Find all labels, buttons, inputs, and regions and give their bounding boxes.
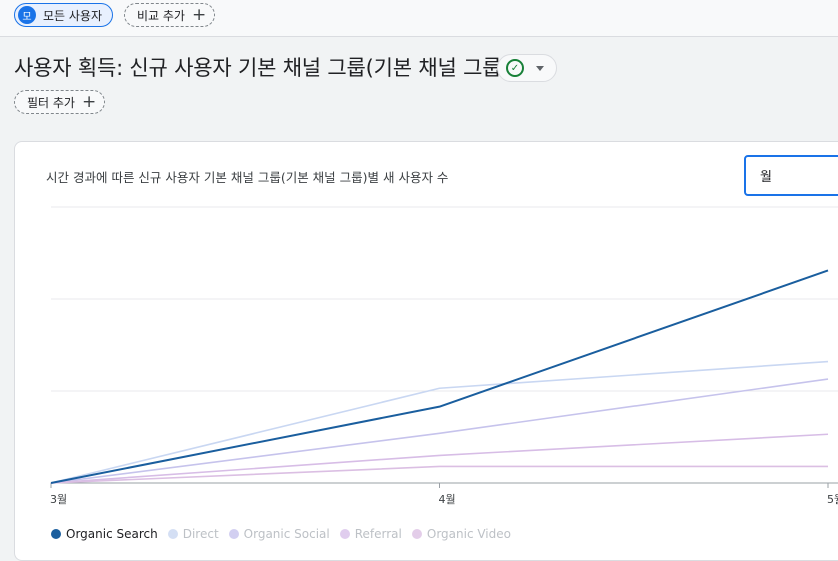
chart-legend: Organic Search Direct Organic Social Referr… bbox=[51, 527, 521, 541]
legend-dot-icon bbox=[51, 529, 61, 539]
series-line-organic-social bbox=[50, 378, 829, 484]
legend-item[interactable]: Organic Video bbox=[411, 527, 511, 541]
legend-label: Organic Social bbox=[243, 527, 330, 541]
legend-dot-icon bbox=[411, 529, 422, 539]
x-tick-label: 5월 bbox=[827, 493, 838, 506]
legend-item[interactable]: Direct bbox=[167, 527, 219, 541]
legend-dot-icon bbox=[339, 529, 350, 539]
legend-item[interactable]: Referral bbox=[339, 527, 402, 541]
legend-label: Organic Video bbox=[426, 527, 511, 541]
legend-label: Referral bbox=[354, 527, 402, 541]
x-tick-label: 3월 bbox=[50, 493, 67, 506]
legend-item[interactable]: Organic Search bbox=[51, 527, 158, 541]
series-line-referral bbox=[50, 433, 829, 484]
legend-label: Direct bbox=[182, 527, 219, 541]
legend-label: Organic Search bbox=[66, 527, 158, 541]
series-line-organic-search bbox=[50, 269, 829, 484]
legend-dot-icon bbox=[167, 529, 178, 539]
x-tick-label: 4월 bbox=[439, 493, 456, 506]
legend-item[interactable]: Organic Social bbox=[228, 527, 330, 541]
line-chart: 3월 4월 5월 bbox=[50, 206, 838, 506]
series-line-direct bbox=[50, 360, 829, 484]
legend-dot-icon bbox=[228, 529, 239, 539]
